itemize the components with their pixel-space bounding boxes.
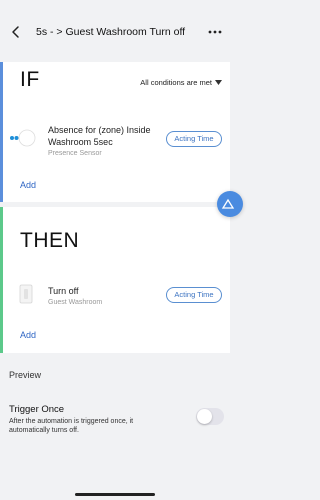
trigger-once-toggle[interactable] <box>196 408 224 425</box>
home-indicator <box>75 493 155 496</box>
if-add-button[interactable]: Add <box>20 180 36 190</box>
top-bar: 5s - > Guest Washroom Turn off <box>0 0 230 62</box>
condition-title: Absence for (zone) Inside Washroom 5sec <box>48 125 151 147</box>
conditions-label: All conditions are met <box>140 78 212 87</box>
action-title: Turn off <box>48 286 79 296</box>
then-section: THEN Turn off Guest Washroom Acting Time… <box>0 207 230 353</box>
toggle-knob <box>197 409 212 424</box>
action-text: Turn off Guest Washroom <box>48 285 158 306</box>
if-accent-bar <box>0 62 3 202</box>
action-subtitle: Guest Washroom <box>48 299 103 306</box>
preview-label: Preview <box>9 370 42 380</box>
trigger-once-description: After the automation is triggered once, … <box>9 418 134 434</box>
acting-time-button[interactable]: Acting Time <box>166 131 222 147</box>
then-accent-bar <box>0 207 3 353</box>
caret-down-icon <box>215 80 222 85</box>
chevron-left-icon[interactable] <box>8 24 24 40</box>
then-add-button[interactable]: Add <box>20 330 36 340</box>
if-section: IF All conditions are met Absence for (z… <box>0 62 230 202</box>
edit-icon <box>221 198 235 209</box>
page-title: 5s - > Guest Washroom Turn off <box>36 26 186 38</box>
condition-text: Absence for (zone) Inside Washroom 5sec … <box>48 124 158 157</box>
conditions-selector[interactable]: All conditions are met <box>140 78 222 87</box>
trigger-once-title: Trigger Once <box>9 404 65 415</box>
ellipsis-icon[interactable] <box>206 24 224 40</box>
floating-action-button[interactable] <box>217 191 243 217</box>
then-heading: THEN <box>20 229 80 252</box>
wall-switch-icon <box>19 284 33 304</box>
acting-time-button[interactable]: Acting Time <box>166 287 222 303</box>
if-heading: IF <box>20 68 40 91</box>
presence-sensor-icon <box>10 129 36 147</box>
condition-subtitle: Presence Sensor <box>48 150 102 157</box>
